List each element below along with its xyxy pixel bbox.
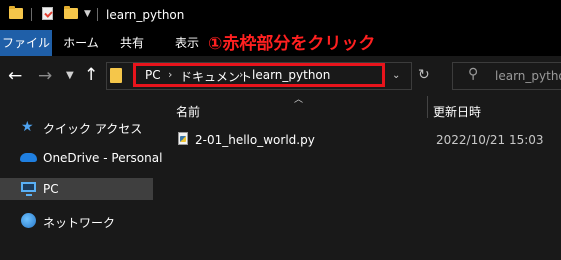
- tab-file[interactable]: ファイル: [0, 30, 52, 56]
- network-icon: [21, 213, 36, 228]
- cloud-icon: [20, 153, 37, 162]
- sidebar-item-pc[interactable]: PC: [0, 178, 153, 200]
- folder-icon: [9, 6, 23, 19]
- sort-arrow-icon: ︿: [294, 95, 304, 105]
- address-highlight-box: [133, 63, 385, 87]
- column-header-name[interactable]: 名前: [176, 103, 200, 120]
- tab-home[interactable]: ホーム: [58, 30, 104, 56]
- title-bar: ▼ learn_python: [0, 0, 561, 30]
- sidebar-item-label: OneDrive - Personal: [43, 151, 163, 165]
- sidebar-item-label: クイック アクセス: [43, 122, 143, 136]
- separator: [97, 8, 98, 21]
- sidebar-item-label: PC: [43, 182, 59, 196]
- recent-locations-icon[interactable]: ▼: [66, 70, 74, 81]
- separator: [31, 8, 32, 21]
- forward-arrow-icon[interactable]: →: [38, 66, 52, 86]
- column-divider[interactable]: [427, 96, 428, 118]
- sidebar-item-onedrive[interactable]: OneDrive - Personal: [0, 147, 162, 169]
- search-icon: ⚲: [468, 66, 479, 82]
- search-placeholder: learn_python: [495, 69, 561, 83]
- chevron-down-icon[interactable]: ⌄: [392, 70, 400, 81]
- properties-icon[interactable]: [42, 7, 53, 20]
- customize-toolbar-icon[interactable]: ▼: [84, 9, 91, 19]
- pc-icon: [21, 182, 36, 196]
- folder-icon: [110, 68, 122, 83]
- sidebar-item-label: ネットワーク: [43, 216, 116, 230]
- instruction-annotation: ①赤枠部分をクリック: [208, 34, 376, 54]
- refresh-icon[interactable]: ↻: [418, 67, 430, 83]
- file-name[interactable]: 2-01_hello_world.py: [195, 133, 315, 147]
- new-folder-icon[interactable]: [64, 6, 78, 19]
- sidebar-item-quick-access[interactable]: ★ クイック アクセス: [0, 116, 153, 138]
- python-file-icon: [178, 132, 188, 145]
- star-icon: ★: [21, 119, 34, 135]
- tab-view[interactable]: 表示: [167, 30, 207, 56]
- sidebar-item-network[interactable]: ネットワーク: [0, 210, 153, 232]
- tab-share[interactable]: 共有: [112, 30, 152, 56]
- up-arrow-icon[interactable]: ↑: [84, 65, 98, 85]
- back-arrow-icon[interactable]: ←: [8, 66, 22, 86]
- window-title: learn_python: [106, 8, 185, 22]
- column-header-modified[interactable]: 更新日時: [433, 103, 481, 120]
- file-modified-date: 2022/10/21 15:03: [436, 133, 544, 147]
